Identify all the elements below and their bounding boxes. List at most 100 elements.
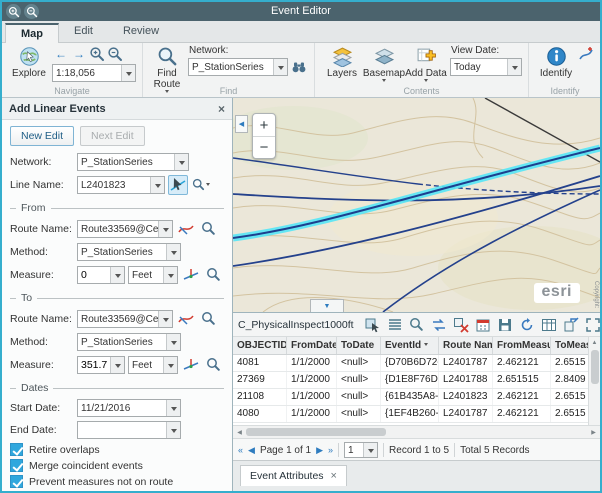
- refresh-icon[interactable]: [519, 316, 536, 333]
- to-measure-value[interactable]: [78, 357, 110, 373]
- line-name-select[interactable]: L2401823: [77, 176, 165, 194]
- zoom-in-tool-button[interactable]: [88, 45, 106, 62]
- previous-page-button[interactable]: ◀: [248, 445, 255, 456]
- map-zoom-in-button[interactable]: +: [253, 114, 275, 136]
- identify-button[interactable]: Identify: [535, 45, 577, 79]
- basemap-button[interactable]: Basemap: [363, 45, 405, 84]
- field-visibility-icon[interactable]: [541, 316, 558, 333]
- table-vertical-scrollbar[interactable]: ▲: [588, 337, 600, 425]
- retire-overlaps-label: Retire overlaps: [29, 444, 100, 456]
- scroll-right-icon[interactable]: ▶: [587, 426, 600, 438]
- table-row[interactable]: 40811/1/2000<null>{D70B6D72-3L24017872.4…: [233, 355, 588, 372]
- table-row[interactable]: 211081/1/2000<null>{61B435A8-3L24018232.…: [233, 389, 588, 406]
- collapse-table-button[interactable]: ▼: [310, 299, 344, 312]
- date-filter-icon[interactable]: [475, 316, 492, 333]
- binoculars-icon[interactable]: [290, 59, 308, 76]
- map-scale-select[interactable]: 1:18,056: [52, 64, 136, 82]
- table-row[interactable]: 40801/1/2000<null>{1EF4B260-FL24017872.4…: [233, 406, 588, 423]
- to-measure-input[interactable]: [77, 356, 125, 374]
- from-route-select[interactable]: Route33569@Centb: [77, 220, 173, 238]
- from-pick-route-icon[interactable]: [176, 219, 196, 239]
- tab-event-attributes[interactable]: Event Attributes ×: [240, 465, 347, 486]
- new-edit-button[interactable]: New Edit: [10, 126, 74, 146]
- to-method-select[interactable]: P_StationSeries: [77, 333, 181, 351]
- horizontal-scroll-thumb[interactable]: [246, 428, 386, 436]
- tab-review[interactable]: Review: [108, 22, 174, 42]
- add-data-button[interactable]: Add Data: [405, 45, 447, 84]
- view-date-select[interactable]: Today: [450, 58, 522, 76]
- tab-close-icon[interactable]: ×: [331, 470, 337, 482]
- chevron-down-icon: [110, 357, 124, 373]
- to-zoom-measure-icon[interactable]: [204, 355, 224, 375]
- collapse-panel-button[interactable]: ◀: [235, 115, 248, 133]
- zoom-to-selection-icon[interactable]: [409, 316, 426, 333]
- to-route-label: Route Name:: [10, 313, 74, 325]
- from-method-select[interactable]: P_StationSeries: [77, 243, 181, 261]
- panel-close-icon[interactable]: ×: [218, 103, 225, 115]
- zoom-to-line-button[interactable]: [191, 175, 211, 195]
- to-route-select[interactable]: Route33569@Centb: [77, 310, 173, 328]
- identify-route-icon[interactable]: [577, 45, 595, 62]
- from-measure-input[interactable]: [77, 266, 125, 284]
- titlebar-zoom-out-button[interactable]: [24, 4, 39, 19]
- column-header[interactable]: EventId: [381, 337, 439, 354]
- column-header[interactable]: FromMeasure: [493, 337, 551, 354]
- column-header[interactable]: OBJECTID: [233, 337, 287, 354]
- layers-button[interactable]: Layers: [321, 45, 363, 79]
- to-pick-measure-icon[interactable]: [181, 355, 201, 375]
- column-header[interactable]: Route Name: [439, 337, 493, 354]
- previous-extent-button[interactable]: ←: [52, 45, 70, 62]
- merge-coincident-checkbox[interactable]: [10, 459, 23, 472]
- scroll-up-icon[interactable]: ▲: [592, 337, 598, 348]
- column-header[interactable]: ToMeasure: [551, 337, 588, 354]
- from-measure-value[interactable]: [78, 267, 110, 283]
- show-selected-records-icon[interactable]: [387, 316, 404, 333]
- end-date-picker[interactable]: [77, 421, 181, 439]
- explore-button[interactable]: Explore: [8, 45, 50, 79]
- last-page-button[interactable]: »: [328, 445, 333, 455]
- scroll-left-icon[interactable]: ◀: [233, 426, 246, 438]
- from-zoom-measure-icon[interactable]: [204, 265, 224, 285]
- next-page-button[interactable]: ▶: [316, 445, 323, 456]
- next-edit-button[interactable]: Next Edit: [80, 126, 145, 146]
- select-line-on-map-button[interactable]: [168, 175, 188, 195]
- table-header-row: OBJECTID FromDate ToDate EventId Route N…: [233, 337, 588, 355]
- chevron-down-icon: [121, 65, 135, 81]
- next-extent-button[interactable]: →: [70, 45, 88, 62]
- table-row[interactable]: 273691/1/2000<null>{D1E8F76D-FL24017882.…: [233, 372, 588, 389]
- chevron-down-icon: [158, 311, 172, 327]
- ribbon-network-select[interactable]: P_StationSeries: [188, 58, 288, 76]
- basemap-icon: [374, 46, 395, 67]
- table-toolbar: C_PhysicalInspect1000ft: [233, 313, 600, 337]
- maximize-icon[interactable]: [585, 316, 602, 333]
- from-zoom-route-icon[interactable]: [199, 219, 219, 239]
- to-zoom-route-icon[interactable]: [199, 309, 219, 329]
- titlebar-zoom-in-button[interactable]: [6, 4, 21, 19]
- network-select[interactable]: P_StationSeries: [77, 153, 189, 171]
- column-header[interactable]: ToDate: [337, 337, 381, 354]
- to-pick-route-icon[interactable]: [176, 309, 196, 329]
- select-options-icon[interactable]: [365, 316, 382, 333]
- sort-descending-icon: [424, 343, 428, 348]
- clear-selection-icon[interactable]: [453, 316, 470, 333]
- table-horizontal-scrollbar[interactable]: ◀ ▶: [233, 425, 600, 438]
- column-header[interactable]: FromDate: [287, 337, 337, 354]
- tab-edit[interactable]: Edit: [59, 22, 108, 42]
- from-pick-measure-icon[interactable]: [181, 265, 201, 285]
- map-zoom-out-button[interactable]: −: [253, 136, 275, 158]
- retire-overlaps-checkbox[interactable]: [10, 443, 23, 456]
- map-copyright: Copyright:: [593, 281, 599, 308]
- page-select[interactable]: 1: [344, 442, 378, 458]
- tab-map[interactable]: Map: [5, 23, 59, 43]
- zoom-out-tool-button[interactable]: [106, 45, 124, 62]
- switch-selection-icon[interactable]: [431, 316, 448, 333]
- export-icon[interactable]: [563, 316, 580, 333]
- start-date-picker[interactable]: 11/21/2016: [77, 399, 181, 417]
- to-unit-select[interactable]: Feet: [128, 356, 178, 374]
- save-icon[interactable]: [497, 316, 514, 333]
- vertical-scroll-thumb[interactable]: [591, 350, 599, 384]
- map-canvas[interactable]: [233, 98, 600, 312]
- from-unit-select[interactable]: Feet: [128, 266, 178, 284]
- prevent-measures-checkbox[interactable]: [10, 475, 23, 488]
- first-page-button[interactable]: «: [238, 445, 243, 455]
